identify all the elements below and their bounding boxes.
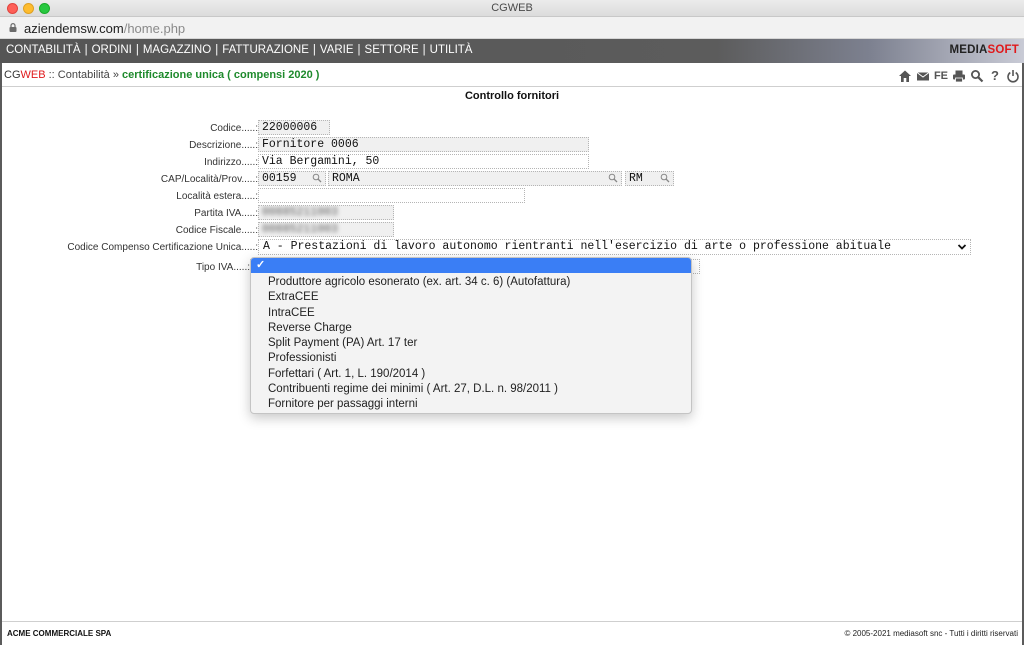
nav-item-magazzino[interactable]: MAGAZZINO bbox=[143, 44, 211, 56]
codice-field[interactable]: 22000006 bbox=[258, 120, 330, 135]
lock-icon bbox=[9, 23, 17, 32]
codice-fiscale-label: Codice Fiscale.....: bbox=[175, 225, 258, 236]
breadcrumb-current: certificazione unica ( compensi 2020 ) bbox=[122, 69, 320, 81]
tipo-iva-option[interactable]: Reverse Charge bbox=[251, 321, 691, 336]
help-icon[interactable]: ? bbox=[988, 69, 1002, 83]
nav-item-utilita[interactable]: UTILITÀ bbox=[430, 44, 473, 56]
address-bar[interactable]: aziendemsw.com/home.php bbox=[0, 17, 1024, 39]
tipo-iva-option[interactable]: IntraCEE bbox=[251, 306, 691, 321]
main-nav: CONTABILITÀ | ORDINI | MAGAZZINO | FATTURAZION… bbox=[0, 39, 1024, 63]
check-icon: ✓ bbox=[256, 259, 266, 271]
tipo-iva-label: Tipo IVA.....: bbox=[196, 262, 250, 273]
frame-left bbox=[0, 63, 2, 645]
page-title: Controllo fornitori bbox=[464, 90, 560, 102]
nav-item-settore[interactable]: SETTORE bbox=[365, 44, 419, 56]
cap-search-icon[interactable] bbox=[312, 173, 322, 183]
cap-value: 00159 bbox=[262, 172, 297, 185]
breadcrumb-section[interactable]: Contabilità bbox=[58, 69, 110, 81]
tipo-iva-dropdown: ✓ Produttore agricolo esonerato (ex. art… bbox=[250, 257, 692, 414]
mail-icon[interactable] bbox=[916, 69, 930, 83]
header-divider bbox=[2, 86, 1022, 87]
tipo-iva-option[interactable]: Contribuenti regime dei minimi ( Art. 27… bbox=[251, 382, 691, 397]
nav-separator: | bbox=[215, 44, 219, 56]
cap-field[interactable]: 00159 bbox=[258, 171, 326, 186]
tipo-iva-option[interactable]: Fornitore per passaggi interni bbox=[251, 397, 691, 412]
nav-menu: CONTABILITÀ | ORDINI | MAGAZZINO | FATTURAZION… bbox=[6, 44, 472, 56]
descrizione-field[interactable]: Fornitore 0006 bbox=[258, 137, 589, 152]
nav-separator: | bbox=[135, 44, 139, 56]
footer-copyright: © 2005-2021 mediasoft snc - Tutti i diri… bbox=[844, 629, 1018, 638]
localita-estera-label: Località estera.....: bbox=[176, 191, 258, 202]
search-icon[interactable] bbox=[970, 69, 984, 83]
nav-item-fatturazione[interactable]: FATTURAZIONE bbox=[222, 44, 309, 56]
provincia-search-icon[interactable] bbox=[660, 173, 670, 183]
codice-compenso-select[interactable]: A - Prestazioni di lavoro autonomo rient… bbox=[258, 239, 971, 255]
home-icon[interactable] bbox=[898, 69, 912, 83]
nav-separator: | bbox=[84, 44, 88, 56]
partita-iva-label: Partita IVA.....: bbox=[194, 208, 258, 219]
tipo-iva-option-empty[interactable]: ✓ bbox=[251, 258, 691, 273]
partita-iva-value: 00885211003 bbox=[262, 206, 338, 219]
tipo-iva-option[interactable]: Split Payment (PA) Art. 17 ter bbox=[251, 336, 691, 351]
codice-compenso-value: A - Prestazioni di lavoro autonomo rient… bbox=[263, 240, 892, 253]
cap-label: CAP/Località/Prov.....: bbox=[160, 174, 258, 185]
breadcrumb-sep: :: bbox=[45, 69, 58, 81]
breadcrumb-sep: » bbox=[109, 69, 123, 81]
print-icon[interactable] bbox=[952, 69, 966, 83]
localita-search-icon[interactable] bbox=[608, 173, 618, 183]
nav-item-contabilita[interactable]: CONTABILITÀ bbox=[6, 44, 81, 56]
codice-fiscale-value: 00885211003 bbox=[262, 223, 338, 236]
nav-separator: | bbox=[312, 44, 316, 56]
brand-media: MEDIA bbox=[949, 44, 988, 56]
brand-logo: MEDIASOFT bbox=[949, 44, 1019, 56]
indirizzo-field[interactable]: Via Bergamini, 50 bbox=[258, 154, 589, 169]
codice-compenso-label: Codice Compenso Certificazione Unica....… bbox=[67, 242, 258, 253]
url-host: aziendemsw.com bbox=[24, 21, 124, 36]
footer-company: ACME COMMERCIALE SPA bbox=[7, 629, 112, 638]
footer-divider bbox=[2, 621, 1022, 622]
toolbar: FE ? bbox=[898, 69, 1020, 83]
nav-separator: | bbox=[357, 44, 361, 56]
url-path: /home.php bbox=[123, 21, 186, 36]
descrizione-label: Descrizione.....: bbox=[189, 140, 258, 151]
nav-item-varie[interactable]: VARIE bbox=[320, 44, 354, 56]
power-icon[interactable] bbox=[1006, 69, 1020, 83]
tipo-iva-option[interactable]: Produttore agricolo esonerato (ex. art. … bbox=[251, 275, 691, 290]
chevron-down-icon bbox=[957, 244, 967, 250]
tipo-iva-option[interactable]: Forfettari ( Art. 1, L. 190/2014 ) bbox=[251, 367, 691, 382]
brand-soft: SOFT bbox=[987, 44, 1019, 56]
provincia-value: RM bbox=[629, 172, 643, 185]
partita-iva-field[interactable]: 00885211003 bbox=[258, 205, 394, 220]
indirizzo-label: Indirizzo.....: bbox=[204, 157, 258, 168]
localita-value: ROMA bbox=[332, 172, 360, 185]
window-title: CGWEB bbox=[491, 2, 533, 14]
tipo-iva-option[interactable]: Professionisti bbox=[251, 351, 691, 366]
window-titlebar: CGWEB bbox=[0, 0, 1024, 17]
tipo-iva-option[interactable]: ExtraCEE bbox=[251, 290, 691, 305]
codice-label: Codice.....: bbox=[210, 123, 258, 134]
nav-item-ordini[interactable]: ORDINI bbox=[92, 44, 132, 56]
codice-fiscale-field[interactable]: 00885211003 bbox=[258, 222, 394, 237]
provincia-field[interactable]: RM bbox=[625, 171, 674, 186]
breadcrumb-app-a: CG bbox=[4, 69, 21, 81]
nav-separator: | bbox=[422, 44, 426, 56]
localita-estera-field[interactable] bbox=[258, 188, 525, 203]
tipo-iva-options: ✓ Produttore agricolo esonerato (ex. art… bbox=[251, 258, 691, 413]
localita-field[interactable]: ROMA bbox=[328, 171, 622, 186]
breadcrumb-app-b: WEB bbox=[20, 69, 46, 81]
url-text[interactable]: aziendemsw.com/home.php bbox=[24, 21, 185, 36]
breadcrumb: CGWEB :: Contabilità » certificazione un… bbox=[4, 69, 319, 81]
fe-icon[interactable]: FE bbox=[934, 69, 948, 83]
